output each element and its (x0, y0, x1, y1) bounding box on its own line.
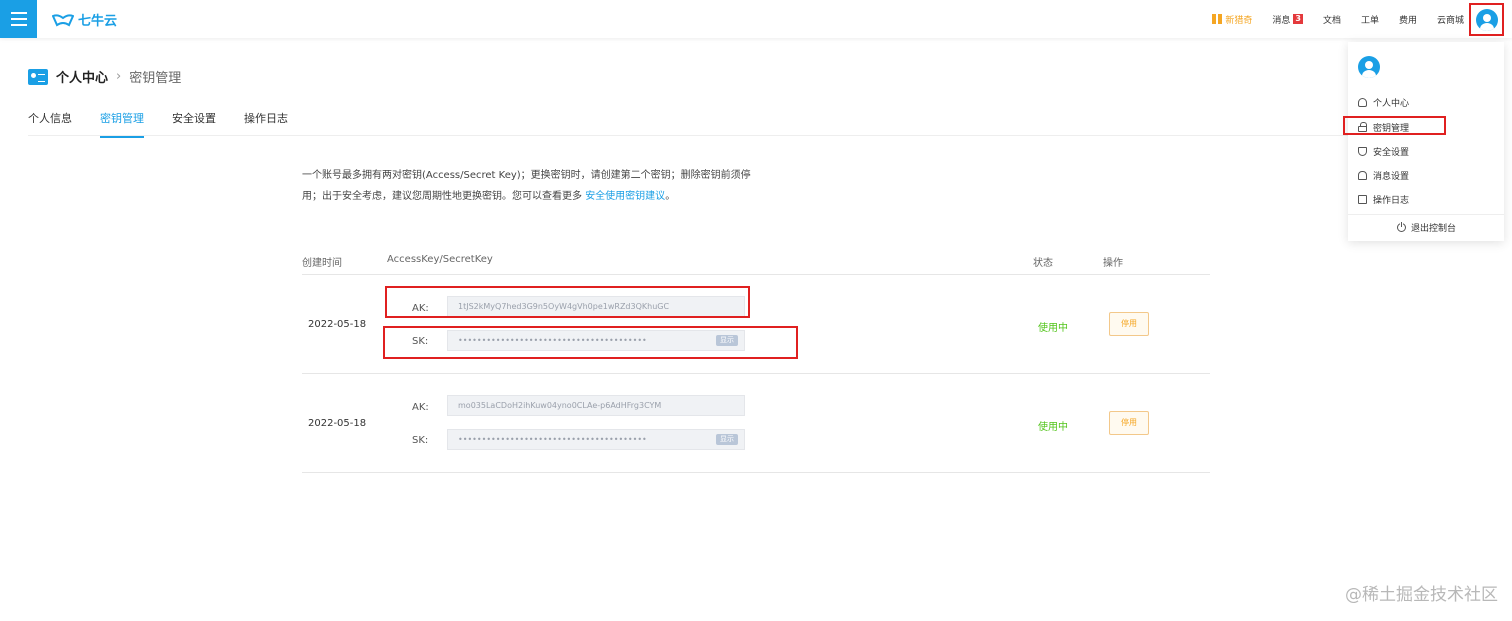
user-avatar-button[interactable] (1469, 3, 1504, 36)
new-promo-link[interactable]: 新猎奇 (1212, 13, 1252, 26)
messages-label: 消息 (1272, 15, 1291, 26)
breadcrumb-personal-center[interactable]: 个人中心 (56, 67, 108, 86)
messages-count-badge: 3 (1293, 14, 1303, 24)
menu-item-label: 个人中心 (1373, 98, 1410, 109)
menu-item-label: 操作日志 (1373, 195, 1410, 206)
menu-item-personal-center[interactable]: 个人中心 (1358, 94, 1409, 110)
disable-key-button[interactable]: 停用 (1109, 411, 1149, 435)
access-key-field[interactable]: mo035LaCDoH2ihKuw04yno0CLAe-p6AdHFrg3CYM (447, 395, 745, 416)
menu-item-label: 消息设置 (1373, 171, 1410, 182)
power-icon (1397, 222, 1406, 232)
hamburger-menu-button[interactable] (0, 0, 37, 38)
top-navbar: 七牛云 新猎奇 消息 3 文档 工单 费用 云商城 (0, 0, 1512, 38)
menu-item-security-settings[interactable]: 安全设置 (1358, 143, 1409, 159)
show-secret-button[interactable]: 显示 (716, 434, 738, 445)
highlight-sk-box (383, 326, 798, 359)
status-badge: 使用中 (1038, 422, 1068, 433)
table-row: 2022-05-18 AK: mo035LaCDoH2ihKuw04yno0CL… (302, 374, 1210, 473)
highlight-key-menu-box (1343, 116, 1446, 135)
qiniu-logo-icon (52, 13, 74, 26)
user-dropdown-menu: 个人中心 密钥管理 安全设置 消息设置 操作日志 退出控制台 (1348, 42, 1504, 241)
secret-key-field[interactable]: ••••••••••••••••••••••••••••••••••••••••… (447, 429, 745, 450)
brand-name: 七牛云 (78, 14, 118, 29)
ak-label: AK: (412, 402, 429, 413)
header-created: 创建时间 (302, 258, 342, 269)
tab-key-management[interactable]: 密钥管理 (100, 110, 144, 138)
menu-item-label: 安全设置 (1373, 147, 1410, 158)
log-icon (1358, 194, 1367, 204)
id-card-icon (28, 68, 48, 85)
new-promo-label: 新猎奇 (1225, 15, 1253, 26)
highlight-ak-box (385, 286, 750, 318)
docs-link[interactable]: 文档 (1323, 13, 1341, 26)
ticket-link[interactable]: 工单 (1361, 13, 1379, 26)
key-description: 一个账号最多拥有两对密钥(Access/Secret Key)；更换密钥时，请创… (302, 165, 752, 207)
market-link[interactable]: 云商城 (1437, 13, 1464, 26)
breadcrumb-key-management: 密钥管理 (129, 71, 182, 86)
dropdown-avatar-icon (1358, 56, 1380, 78)
qiniu-logo[interactable]: 七牛云 (52, 10, 117, 29)
menu-item-message-settings[interactable]: 消息设置 (1358, 167, 1409, 183)
disable-key-button[interactable]: 停用 (1109, 312, 1149, 336)
tabs-divider (28, 135, 1348, 136)
created-date: 2022-05-18 (308, 319, 367, 330)
header-status: 状态 (1033, 258, 1053, 269)
status-badge: 使用中 (1038, 323, 1068, 334)
user-icon (1358, 97, 1367, 107)
logout-label: 退出控制台 (1411, 224, 1457, 234)
key-security-advice-link[interactable]: 安全使用密钥建议 (585, 191, 665, 202)
created-date: 2022-05-18 (308, 418, 367, 429)
sk-label: SK: (412, 435, 429, 446)
breadcrumb: 个人中心 › 密钥管理 (28, 67, 181, 86)
description-line2: 用；出于安全考虑，建议您周期性地更换密钥。您可以查看更多 (302, 191, 586, 202)
description-line1: 一个账号最多拥有两对密钥(Access/Secret Key)；更换密钥时，请创… (302, 170, 751, 181)
header-actions: 操作 (1103, 258, 1123, 269)
bell-icon (1358, 170, 1367, 180)
breadcrumb-separator: › (116, 69, 122, 84)
messages-link[interactable]: 消息 3 (1272, 13, 1303, 26)
top-nav-links: 新猎奇 消息 3 文档 工单 费用 云商城 (1192, 0, 1464, 38)
menu-item-operation-log[interactable]: 操作日志 (1358, 191, 1409, 207)
tab-operation-log[interactable]: 操作日志 (244, 110, 288, 138)
logout-button[interactable]: 退出控制台 (1397, 221, 1456, 234)
dropdown-divider (1348, 214, 1504, 215)
avatar-icon (1475, 8, 1498, 31)
tab-bar: 个人信息 密钥管理 安全设置 操作日志 (28, 110, 316, 138)
watermark: @稀土掘金技术社区 (1345, 585, 1498, 605)
gift-icon (1212, 14, 1223, 24)
tab-security-settings[interactable]: 安全设置 (172, 110, 216, 138)
header-keys: AccessKey/SecretKey (387, 254, 493, 265)
secret-key-masked: •••••••••••••••••••••••••••••••••••••••• (458, 435, 647, 444)
billing-link[interactable]: 费用 (1399, 13, 1417, 26)
keys-table: 创建时间 AccessKey/SecretKey 状态 操作 2022-05-1… (302, 250, 1210, 473)
shield-icon (1358, 146, 1367, 156)
tab-personal-info[interactable]: 个人信息 (28, 110, 72, 138)
table-header: 创建时间 AccessKey/SecretKey 状态 操作 (302, 250, 1210, 275)
description-end: 。 (665, 191, 676, 202)
